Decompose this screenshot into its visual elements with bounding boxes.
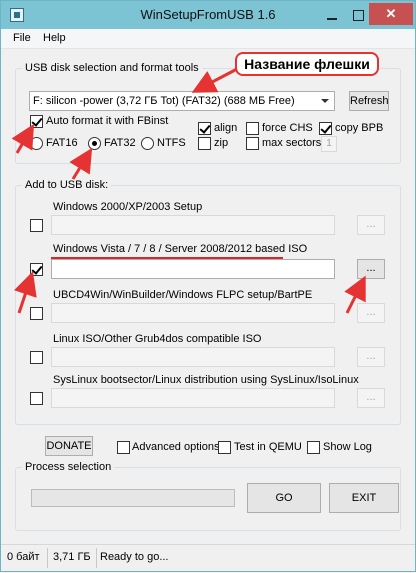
process-progress-bar (31, 489, 235, 507)
usb-disk-select[interactable]: F: silicon -power (3,72 ГБ Tot) (FAT32) … (29, 91, 335, 111)
ntfs-radio[interactable] (141, 137, 154, 150)
title-bar: WinSetupFromUSB 1.6 ✕ (1, 1, 415, 29)
copy-bpb-label: copy BPB (335, 122, 384, 134)
entry-path-vista[interactable] (51, 259, 335, 279)
entry-checkbox-vista[interactable] (30, 263, 43, 276)
zip-label: zip (214, 137, 229, 149)
entry-browse-vista[interactable]: ... (357, 259, 385, 279)
ntfs-label: NTFS (157, 137, 186, 149)
entry-checkbox-linux[interactable] (30, 351, 43, 364)
align-checkbox[interactable] (198, 122, 211, 135)
usb-disk-value: F: silicon -power (3,72 ГБ Tot) (FAT32) … (33, 95, 295, 107)
app-window: WinSetupFromUSB 1.6 ✕ File Help USB disk… (0, 0, 416, 572)
close-button[interactable]: ✕ (369, 3, 413, 25)
entry-browse-winxp[interactable]: ... (357, 215, 385, 235)
force-chs-label: force CHS (262, 122, 313, 134)
menu-file[interactable]: File (13, 32, 31, 44)
entry-path-syslinux[interactable] (51, 388, 335, 408)
entry-browse-linux[interactable]: ... (357, 347, 385, 367)
process-group-label: Process selection (22, 461, 115, 473)
usb-group-label: USB disk selection and format tools (22, 62, 202, 74)
entry-label-linux: Linux ISO/Other Grub4dos compatible ISO (53, 333, 262, 345)
entry-checkbox-winxp[interactable] (30, 219, 43, 232)
fat16-label: FAT16 (46, 137, 78, 149)
entry-label-winxp: Windows 2000/XP/2003 Setup (53, 201, 203, 213)
entry-label-syslinux: SysLinux bootsector/Linux distribution u… (53, 374, 359, 386)
maximize-button[interactable] (345, 5, 371, 25)
status-message: Ready to go... (100, 551, 169, 563)
entry-browse-ubcd[interactable]: ... (357, 303, 385, 323)
auto-format-label: Auto format it with FBinst (46, 115, 169, 127)
entry-checkbox-syslinux[interactable] (30, 392, 43, 405)
show-log-checkbox[interactable] (307, 441, 320, 454)
status-divider (96, 548, 97, 568)
fat32-radio[interactable] (88, 137, 101, 150)
add-group-label: Add to USB disk: (22, 179, 112, 191)
refresh-button[interactable]: Refresh (349, 91, 389, 111)
chevron-down-icon (319, 92, 331, 110)
menu-bar: File Help (1, 29, 415, 49)
entry-label-vista: Windows Vista / 7 / 8 / Server 2008/2012… (53, 243, 308, 255)
zip-checkbox[interactable] (198, 137, 211, 150)
exit-button[interactable]: EXIT (329, 483, 399, 513)
advanced-options-label: Advanced options (132, 441, 220, 453)
max-sectors-label: max sectors (262, 137, 322, 149)
status-bar: 0 байт 3,71 ГБ Ready to go... (1, 544, 415, 571)
entry-label-ubcd: UBCD4Win/WinBuilder/Windows FLPC setup/B… (53, 289, 313, 301)
test-qemu-checkbox[interactable] (218, 441, 231, 454)
donate-button[interactable]: DONATE (45, 436, 93, 456)
menu-help[interactable]: Help (43, 32, 66, 44)
auto-format-checkbox[interactable] (30, 115, 43, 128)
fat16-radio[interactable] (30, 137, 43, 150)
status-bytes: 0 байт (7, 551, 40, 563)
entry-path-winxp[interactable] (51, 215, 335, 235)
fat32-label: FAT32 (104, 137, 136, 149)
minimize-button[interactable] (319, 5, 345, 25)
entry-path-ubcd[interactable] (51, 303, 335, 323)
max-sectors-input[interactable]: 1 (321, 136, 337, 152)
entry-checkbox-ubcd[interactable] (30, 307, 43, 320)
entry-browse-syslinux[interactable]: ... (357, 388, 385, 408)
annotation-callout: Название флешки (235, 52, 379, 76)
advanced-options-checkbox[interactable] (117, 441, 130, 454)
copy-bpb-checkbox[interactable] (319, 122, 332, 135)
force-chs-checkbox[interactable] (246, 122, 259, 135)
entry-path-linux[interactable] (51, 347, 335, 367)
test-qemu-label: Test in QEMU (234, 441, 302, 453)
status-divider (47, 548, 48, 568)
align-label: align (214, 122, 238, 134)
show-log-label: Show Log (323, 441, 372, 453)
go-button[interactable]: GO (247, 483, 321, 513)
status-size: 3,71 ГБ (53, 551, 91, 563)
max-sectors-checkbox[interactable] (246, 137, 259, 150)
